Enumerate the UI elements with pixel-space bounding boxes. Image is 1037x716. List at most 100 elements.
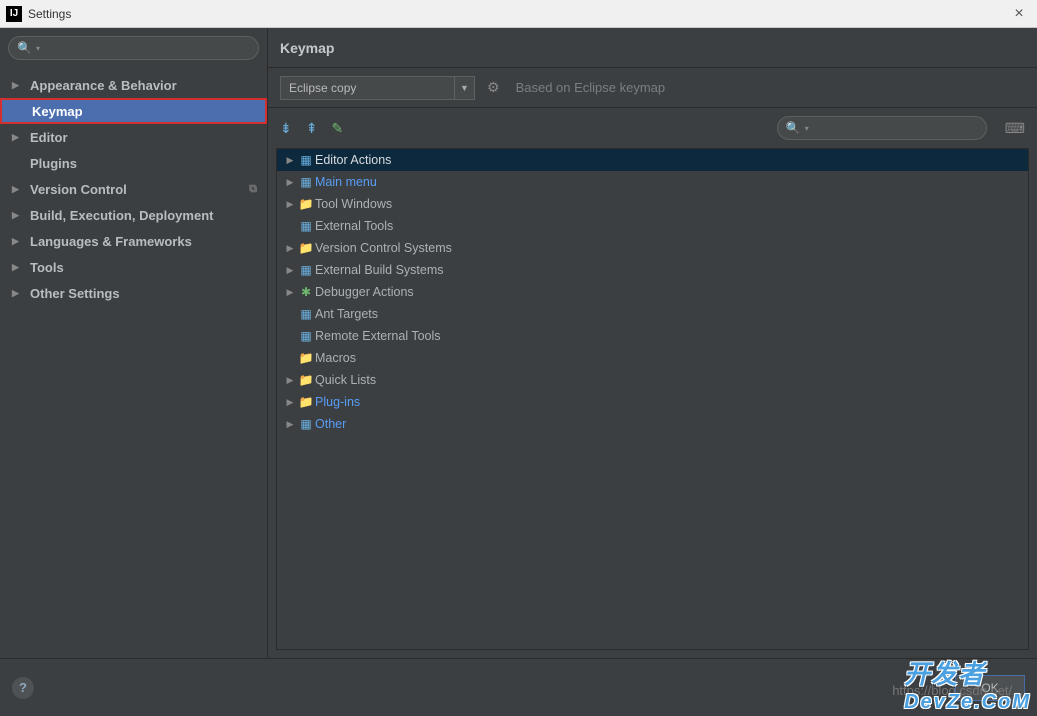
chevron-right-icon: ▶ [12, 80, 24, 91]
tree-item-label: External Tools [315, 219, 393, 233]
sidebar-search-wrap: 🔍 ▾ [0, 28, 267, 68]
chevron-right-icon: ▶ [283, 265, 297, 276]
sidebar-tree: ▶Appearance & Behavior Keymap ▶ Editor Plugi… [0, 68, 267, 658]
module-icon: ▦ [297, 417, 315, 431]
tree-item-label: Editor Actions [315, 153, 391, 167]
chevron-right-icon: ▶ [283, 375, 297, 386]
sidebar-item-label: Version Control [30, 182, 127, 197]
tree-item-remote-external-tools[interactable]: ▶▦Remote External Tools [277, 325, 1028, 347]
sidebar-item-label: Editor [30, 130, 68, 145]
chevron-right-icon: ▶ [283, 419, 297, 430]
keymap-toolbar: ⇟ ⇞ ✎ 🔍 ▾ ⌨ [268, 108, 1037, 148]
tree-item-label: Version Control Systems [315, 241, 452, 255]
tree-item-plug-ins[interactable]: ▶📁Plug-ins [277, 391, 1028, 413]
sidebar-item-label: Keymap [32, 104, 83, 119]
dialog-footer: ? OK [0, 658, 1037, 716]
chevron-right-icon: ▶ [283, 177, 297, 188]
edit-icon[interactable]: ✎ [331, 120, 343, 137]
action-search-input[interactable]: 🔍 ▾ [777, 116, 987, 140]
expand-all-icon[interactable]: ⇟ [280, 120, 292, 137]
chevron-right-icon: ▶ [12, 132, 24, 143]
sidebar-item-tools[interactable]: ▶ Tools [0, 254, 267, 280]
app-icon: IJ [6, 6, 22, 22]
folder-icon: 📁 [297, 241, 315, 255]
window-title: Settings [28, 7, 1007, 21]
tree-item-label: External Build Systems [315, 263, 444, 277]
tree-item-tool-windows[interactable]: ▶📁Tool Windows [277, 193, 1028, 215]
chevron-right-icon: ▶ [12, 236, 24, 247]
main-header: Keymap [268, 28, 1037, 68]
action-tree[interactable]: ▶▦Editor Actions▶▦Main menu▶📁Tool Window… [276, 148, 1029, 650]
tree-item-label: Ant Targets [315, 307, 378, 321]
tree-item-main-menu[interactable]: ▶▦Main menu [277, 171, 1028, 193]
sidebar-item-plugins[interactable]: Plugins [0, 150, 267, 176]
tree-item-label: Other [315, 417, 346, 431]
page-title: Keymap [280, 40, 334, 56]
chevron-right-icon: ▶ [12, 288, 24, 299]
tree-item-editor-actions[interactable]: ▶▦Editor Actions [277, 149, 1028, 171]
chevron-right-icon: ▶ [12, 262, 24, 273]
keymap-combo[interactable]: Eclipse copy ▼ [280, 76, 475, 100]
copy-icon: ⧉ [249, 183, 257, 196]
tree-item-label: Tool Windows [315, 197, 392, 211]
sidebar-item-keymap[interactable]: Keymap [0, 98, 267, 124]
tree-item-label: Debugger Actions [315, 285, 414, 299]
module-icon: ▦ [297, 219, 315, 233]
tree-item-quick-lists[interactable]: ▶📁Quick Lists [277, 369, 1028, 391]
search-icon: 🔍 [17, 41, 32, 55]
tree-item-label: Main menu [315, 175, 377, 189]
chevron-down-icon: ▾ [805, 124, 809, 133]
folder-icon: 📁 [297, 395, 315, 409]
chevron-right-icon: ▶ [283, 397, 297, 408]
tree-item-macros[interactable]: ▶📁Macros [277, 347, 1028, 369]
chevron-right-icon: ▶ [283, 155, 297, 166]
gear-icon[interactable]: ⚙ [487, 79, 500, 96]
chevron-down-icon: ▾ [36, 44, 40, 53]
based-on-label: Based on Eclipse keymap [516, 80, 666, 95]
chevron-right-icon: ▶ [12, 184, 24, 195]
module-icon: ▦ [297, 263, 315, 277]
chevron-right-icon: ▶ [283, 287, 297, 298]
help-icon[interactable]: ? [12, 677, 34, 699]
close-icon[interactable]: × [1007, 5, 1031, 23]
sidebar-item-version-control[interactable]: ▶ Version Control ⧉ [0, 176, 267, 202]
tree-item-ant-targets[interactable]: ▶▦Ant Targets [277, 303, 1028, 325]
titlebar: IJ Settings × [0, 0, 1037, 28]
search-icon: 🔍 [786, 121, 801, 135]
tree-item-label: Macros [315, 351, 356, 365]
module-icon: ▦ [297, 175, 315, 189]
tree-item-debugger-actions[interactable]: ▶✱Debugger Actions [277, 281, 1028, 303]
tree-item-other[interactable]: ▶▦Other [277, 413, 1028, 435]
chevron-right-icon: ▶ [283, 199, 297, 210]
main-panel: Keymap Eclipse copy ▼ ⚙ Based on Eclipse… [268, 28, 1037, 658]
folder-icon: 📁 [297, 351, 315, 365]
sidebar-item-label: Languages & Frameworks [30, 234, 192, 249]
folder-icon: 📁 [297, 197, 315, 211]
folder-icon: 📁 [297, 373, 315, 387]
chevron-right-icon: ▶ [12, 210, 24, 221]
tree-item-external-build-systems[interactable]: ▶▦External Build Systems [277, 259, 1028, 281]
sidebar-item-appearance-behavior[interactable]: ▶Appearance & Behavior [0, 72, 267, 98]
chevron-right-icon: ▶ [283, 243, 297, 254]
sidebar-item-label: Build, Execution, Deployment [30, 208, 213, 223]
sidebar-item-build-execution-deployment[interactable]: ▶ Build, Execution, Deployment [0, 202, 267, 228]
tree-item-label: Remote External Tools [315, 329, 441, 343]
keymap-combo-value: Eclipse copy [281, 81, 454, 95]
settings-sidebar: 🔍 ▾ ▶Appearance & Behavior Keymap ▶ Editor P… [0, 28, 268, 658]
find-by-shortcut-icon[interactable]: ⌨ [1005, 120, 1025, 137]
tree-item-label: Quick Lists [315, 373, 376, 387]
sidebar-item-languages-frameworks[interactable]: ▶ Languages & Frameworks [0, 228, 267, 254]
sidebar-item-editor[interactable]: ▶ Editor [0, 124, 267, 150]
tree-item-external-tools[interactable]: ▶▦External Tools [277, 215, 1028, 237]
collapse-all-icon[interactable]: ⇞ [306, 120, 318, 137]
chevron-down-icon[interactable]: ▼ [454, 77, 474, 99]
module-icon: ▦ [297, 329, 315, 343]
ok-button[interactable]: OK [955, 675, 1025, 701]
sidebar-item-label: Tools [30, 260, 64, 275]
sidebar-item-label: Other Settings [30, 286, 120, 301]
sidebar-search-input[interactable]: 🔍 ▾ [8, 36, 259, 60]
keymap-selector-row: Eclipse copy ▼ ⚙ Based on Eclipse keymap [268, 68, 1037, 108]
bug-icon: ✱ [297, 285, 315, 299]
sidebar-item-other-settings[interactable]: ▶ Other Settings [0, 280, 267, 306]
tree-item-version-control-systems[interactable]: ▶📁Version Control Systems [277, 237, 1028, 259]
